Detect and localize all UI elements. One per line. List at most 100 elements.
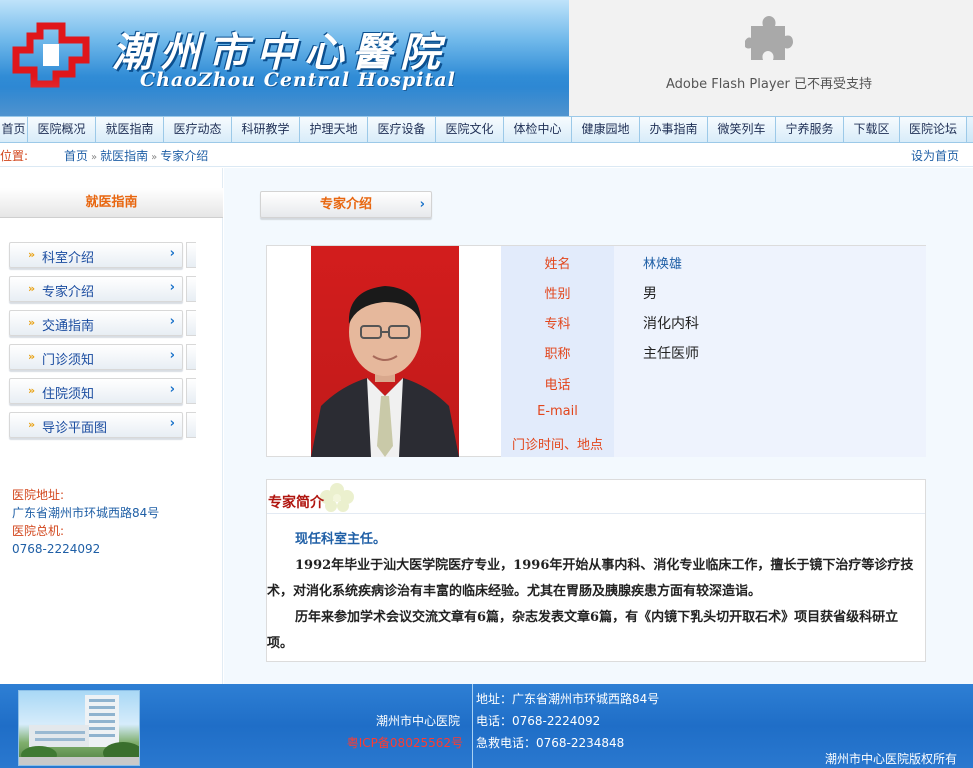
nav-item[interactable]: 医疗动态 [164, 117, 232, 142]
intro-paragraph: 1992年毕业于汕大医学院医疗专业，1996年开始从事内科、消化专业临床工作，擅… [267, 558, 914, 599]
footer-hospital-name: 潮州市中心医院 [375, 714, 460, 728]
sidebar-item[interactable]: » 住院须知 › [9, 378, 183, 404]
phone-value: 0768-2224092 [12, 542, 101, 556]
nav-item[interactable]: 首页 [0, 117, 28, 142]
expert-introduction: 专家简介 现任科室主任。 1992年毕业于汕大医学院医疗专业，1996年开始从事… [266, 479, 926, 662]
footer-divider [472, 684, 473, 768]
sidebar-item-tab-edge [186, 378, 196, 404]
intro-body: 1992年毕业于汕大医学院医疗专业，1996年开始从事内科、消化专业临床工作，擅… [267, 553, 919, 657]
expert-intro-tab[interactable]: 专家介绍 › [260, 191, 432, 218]
main-nav: 首页 医院概况 就医指南 医疗动态 科研教学 护理天地 医疗设备 医院文化 体检中心 健康园地 办事… [0, 116, 973, 143]
doctor-name[interactable]: 林焕雄 [643, 253, 682, 272]
footer-phone: 电话：0768-2224092 [476, 714, 601, 728]
chevron-right-icon: › [419, 197, 425, 212]
doctor-title: 主任医师 [643, 346, 699, 362]
sidebar-item-tab-edge [186, 412, 196, 438]
doctor-profile-card: 姓名 性别 专科 职称 电话 E-mail 门诊时间、地点 林焕雄 男 消化内科… [266, 245, 926, 457]
hospital-building-icon [19, 695, 139, 765]
sidebar-item-label: 门诊须知 [42, 353, 95, 368]
site-subtitle: ChaoZhou Central Hospital [140, 69, 456, 91]
nav-item[interactable]: 办事指南 [640, 117, 708, 142]
chevron-right-icon: › [169, 382, 175, 397]
sidebar-item[interactable]: » 导诊平面图 › [9, 412, 183, 438]
double-chevron-icon: » [28, 248, 36, 261]
sidebar-item[interactable]: » 科室介绍 › [9, 242, 183, 268]
nav-item[interactable]: 医院论坛 [900, 117, 967, 142]
breadcrumb: 位置: 首页» 就医指南» 专家介绍 设为首页 [0, 143, 973, 167]
nav-item[interactable]: 健康园地 [572, 117, 640, 142]
nav-item[interactable]: 下载区 [844, 117, 900, 142]
address-value: 广东省潮州市环城西路84号 [12, 506, 160, 520]
nav-item[interactable]: 体检中心 [504, 117, 572, 142]
specialty-label: 专科 [544, 317, 571, 332]
sidebar-item-tab-edge [186, 310, 196, 336]
footer-address: 地址：广东省潮州市环城西路84号 [476, 692, 660, 706]
nav-item[interactable]: 就医指南 [96, 117, 164, 142]
sidebar-item-label: 导诊平面图 [42, 421, 108, 436]
breadcrumb-current[interactable]: 专家介绍 [160, 149, 208, 163]
sidebar-item-label: 住院须知 [42, 387, 95, 402]
breadcrumb-guide-link[interactable]: 就医指南 [100, 149, 148, 163]
chevron-right-icon: › [169, 416, 175, 431]
double-chevron-icon: » [28, 316, 36, 329]
double-chevron-icon: » [28, 282, 36, 295]
nav-item[interactable]: 医院文化 [436, 117, 504, 142]
icp-record-link[interactable]: 粤ICP备08025562号 [320, 734, 463, 751]
doctor-photo [311, 246, 459, 457]
gender-label: 性别 [544, 287, 571, 302]
sidebar-item[interactable]: » 专家介绍 › [9, 276, 183, 302]
doctor-specialty: 消化内科 [643, 316, 699, 332]
puzzle-plugin-icon [745, 16, 793, 60]
nav-item[interactable]: 微笑列车 [708, 117, 776, 142]
sidebar-item[interactable]: » 门诊须知 › [9, 344, 183, 370]
breadcrumb-path: 首页» 就医指南» 专家介绍 [64, 147, 208, 164]
title-label: 职称 [544, 347, 571, 362]
chevron-right-icon: › [169, 246, 175, 261]
hospital-logo-icon[interactable] [10, 22, 92, 88]
intro-paragraph: 历年来参加学术会议交流文章有6篇，杂志发表文章6篇，有《内镜下乳头切开取石术》项… [267, 610, 899, 651]
footer-contact-info: 地址：广东省潮州市环城西路84号 电话：0768-2224092 急救电话：07… [476, 688, 659, 754]
main-content: 专家介绍 › 姓名 性别 专科 职称 电话 E-mail 门诊时间、地点 林焕雄… [224, 168, 973, 684]
expert-intro-tab-label: 专家介绍 [319, 197, 372, 212]
breadcrumb-home-link[interactable]: 首页 [64, 149, 88, 163]
set-homepage-link[interactable]: 设为首页 [911, 147, 959, 164]
breadcrumb-separator-icon: » [91, 152, 98, 163]
double-chevron-icon: » [28, 350, 36, 363]
profile-value-column: 林焕雄 男 消化内科 主任医师 [614, 246, 926, 457]
nav-item[interactable]: 科研教学 [232, 117, 300, 142]
sidebar: 就医指南 » 科室介绍 › » 专家介绍 › » 交通指南 › » 门诊须知 › » 住院须知 › » 导诊平面… [0, 168, 223, 684]
breadcrumb-separator-icon: » [151, 152, 158, 163]
intro-header: 专家简介 [267, 480, 925, 514]
address-label: 医院地址: [12, 488, 65, 502]
hospital-banner: 潮州市中心醫院 ChaoZhou Central Hospital [0, 0, 569, 116]
double-chevron-icon: » [28, 384, 36, 397]
breadcrumb-label: 位置: [0, 149, 29, 163]
email-label: E-mail [537, 404, 578, 419]
phone-label: 电话 [544, 378, 571, 393]
clinic-time-label: 门诊时间、地点 [511, 438, 603, 453]
flash-unsupported-text: Adobe Flash Player 已不再受支持 [665, 77, 873, 92]
nav-item[interactable]: 宁养服务 [776, 117, 844, 142]
footer: 潮州市中心医院 粤ICP备08025562号 地址：广东省潮州市环城西路84号 … [0, 684, 973, 768]
nav-item[interactable]: 医院概况 [28, 117, 96, 142]
copyright: 潮州市中心医院版权所有 [824, 752, 957, 766]
nav-item[interactable]: 医疗设备 [368, 117, 436, 142]
double-chevron-icon: » [28, 418, 36, 431]
profile-label-column: 姓名 性别 专科 职称 电话 E-mail 门诊时间、地点 [501, 246, 614, 457]
sidebar-item-label: 科室介绍 [42, 251, 95, 266]
nav-item[interactable]: 护理天地 [300, 117, 368, 142]
phone-label: 医院总机: [12, 524, 65, 538]
sidebar-item-label: 专家介绍 [42, 285, 95, 300]
hospital-building-photo [18, 690, 140, 766]
doctor-gender: 男 [643, 286, 657, 302]
chevron-right-icon: › [169, 348, 175, 363]
header: 潮州市中心醫院 ChaoZhou Central Hospital Adobe … [0, 0, 973, 116]
chevron-right-icon: › [169, 314, 175, 329]
sidebar-item-label: 交通指南 [42, 319, 95, 334]
sidebar-item-tab-edge [186, 242, 196, 268]
intro-heading: 专家简介 [268, 495, 324, 511]
sidebar-item[interactable]: » 交通指南 › [9, 310, 183, 336]
footer-emergency-phone: 急救电话：0768-2234848 [476, 736, 625, 750]
sidebar-item-tab-edge [186, 276, 196, 302]
sidebar-item-tab-edge [186, 344, 196, 370]
